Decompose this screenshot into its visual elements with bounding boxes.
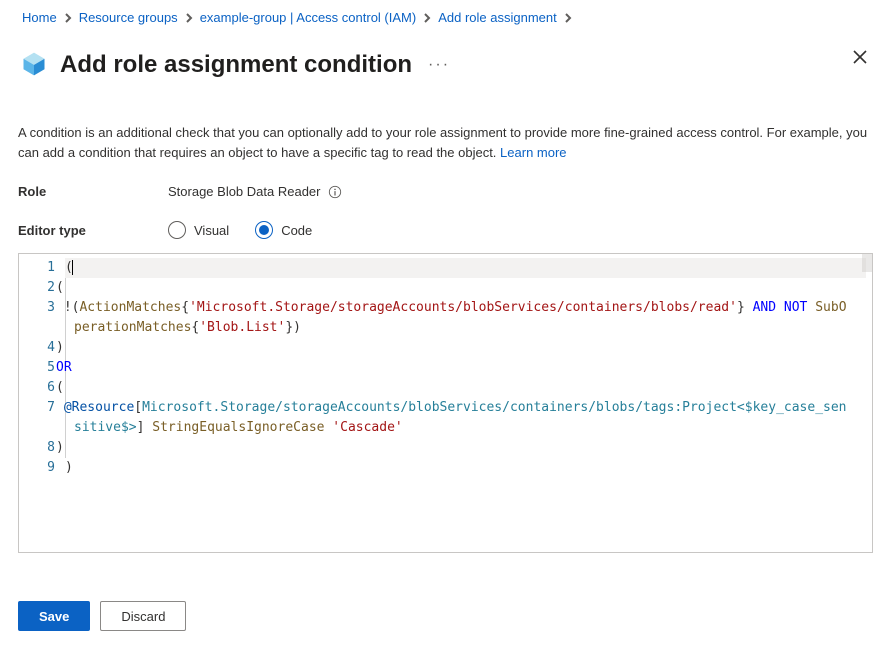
page-title: Add role assignment condition	[60, 51, 412, 79]
chevron-right-icon	[563, 13, 573, 23]
breadcrumb-resource-groups[interactable]: Resource groups	[79, 10, 178, 25]
chevron-right-icon	[63, 13, 73, 23]
cube-icon	[20, 50, 48, 81]
more-actions-button[interactable]: ···	[424, 52, 454, 78]
breadcrumb-example-group-iam[interactable]: example-group | Access control (IAM)	[200, 10, 417, 25]
info-icon[interactable]	[328, 185, 342, 199]
editor-type-visual-radio[interactable]: Visual	[168, 221, 229, 239]
breadcrumb: Home Resource groups example-group | Acc…	[18, 8, 873, 35]
editor-type-label: Editor type	[18, 223, 168, 238]
role-value: Storage Blob Data Reader	[168, 184, 320, 199]
radio-label-code: Code	[281, 223, 312, 238]
code-content[interactable]: ( ( !(ActionMatches{'Microsoft.Storage/s…	[65, 254, 872, 552]
discard-button[interactable]: Discard	[100, 601, 186, 631]
editor-type-code-radio[interactable]: Code	[255, 221, 312, 239]
breadcrumb-home[interactable]: Home	[22, 10, 57, 25]
breadcrumb-add-role-assignment[interactable]: Add role assignment	[438, 10, 557, 25]
role-label: Role	[18, 184, 168, 199]
chevron-right-icon	[184, 13, 194, 23]
radio-label-visual: Visual	[194, 223, 229, 238]
scrollbar[interactable]	[862, 254, 872, 272]
chevron-right-icon	[422, 13, 432, 23]
close-button[interactable]	[847, 44, 873, 73]
description-text: A condition is an additional check that …	[18, 123, 873, 162]
learn-more-link[interactable]: Learn more	[500, 145, 566, 160]
save-button[interactable]: Save	[18, 601, 90, 631]
code-editor[interactable]: 123456789 ( ( !(ActionMatches{'Microsoft…	[18, 253, 873, 553]
